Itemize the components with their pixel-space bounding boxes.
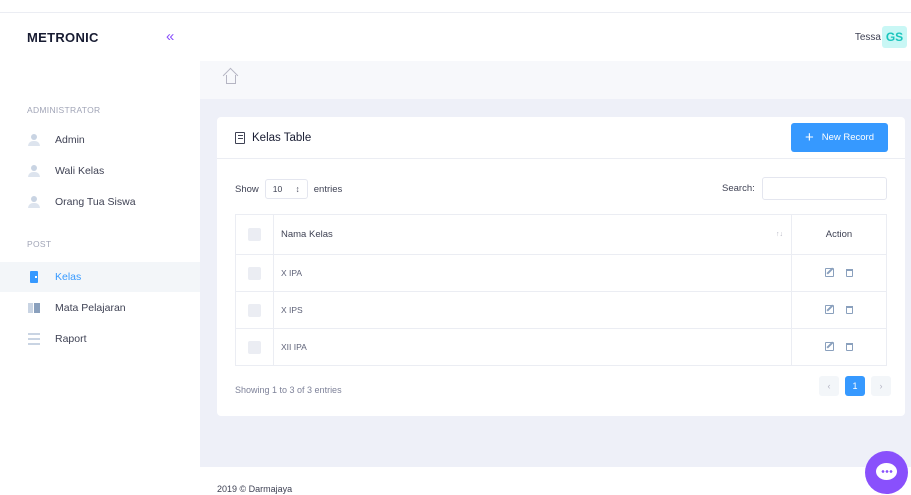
prev-page-button[interactable]: ‹ (819, 376, 839, 396)
row-name: XII IPA (273, 328, 792, 366)
page-length-select[interactable]: 10 ↕ (264, 179, 308, 199)
copyright-text: 2019 © Darmajaya (217, 484, 293, 494)
entries-label: entries (313, 183, 343, 195)
search-input[interactable] (762, 177, 887, 200)
column-header-nama-kelas[interactable]: Nama Kelas ↑↓ (273, 214, 792, 255)
sidebar-item-label: Mata Pelajaran (55, 302, 126, 314)
sidebar-item-kelas[interactable]: Kelas (0, 262, 200, 292)
breadcrumb (200, 61, 911, 99)
sidebar-item-mata-pelajaran[interactable]: Mata Pelajaran (0, 293, 200, 323)
row-actions (791, 254, 887, 292)
sidebar-item-label: Admin (55, 134, 85, 146)
row-name: X IPA (273, 254, 792, 292)
edit-icon[interactable] (825, 268, 834, 278)
select-all-cell (235, 214, 274, 255)
trash-icon[interactable] (846, 268, 853, 277)
avatar[interactable]: GS (882, 26, 907, 48)
column-header-label: Nama Kelas (281, 229, 333, 240)
search-label: Search: (722, 183, 755, 194)
chat-dots (881, 470, 893, 473)
edit-icon[interactable] (825, 342, 834, 352)
pagination: ‹ 1 › (819, 376, 891, 396)
table-info: Showing 1 to 3 of 3 entries (235, 385, 342, 395)
row-checkbox[interactable] (248, 340, 261, 354)
table-header-row: Nama Kelas ↑↓ Action (235, 214, 887, 255)
sort-arrows-icon: ↕ (295, 184, 300, 194)
section-title-administrator: ADMINISTRATOR (27, 105, 101, 115)
row-checkbox[interactable] (248, 303, 261, 317)
home-icon[interactable] (226, 75, 236, 84)
sidebar-item-label: Orang Tua Siswa (55, 196, 136, 208)
sidebar-item-label: Raport (55, 333, 87, 345)
row-checkbox[interactable] (248, 266, 261, 280)
list-icon (28, 333, 40, 345)
edit-icon[interactable] (825, 305, 834, 315)
table-row: XII IPA (235, 328, 887, 366)
sidebar-item-admin[interactable]: Admin (0, 125, 200, 155)
user-name[interactable]: Tessa (855, 32, 881, 43)
kelas-table-card: Kelas Table + New Record Show 10 ↕ entri… (217, 117, 905, 416)
table-row: X IPS (235, 291, 887, 329)
page-length-value: 10 (272, 184, 283, 194)
user-icon (28, 165, 40, 177)
trash-icon[interactable] (846, 342, 853, 351)
chat-button[interactable] (865, 451, 908, 494)
new-record-button[interactable]: + New Record (791, 123, 888, 152)
top-header: Tessa GS (200, 13, 911, 61)
row-name: X IPS (273, 291, 792, 329)
sidebar-item-orang-tua-siswa[interactable]: Orang Tua Siswa (0, 187, 200, 217)
page-length-control: Show 10 ↕ entries (235, 179, 342, 199)
show-label: Show (235, 183, 259, 195)
sidebar-item-raport[interactable]: Raport (0, 324, 200, 354)
collapse-sidebar-icon[interactable]: « (166, 28, 174, 45)
card-title: Kelas Table (252, 132, 312, 144)
new-record-label: New Record (821, 132, 875, 143)
sidebar: METRONIC « ADMINISTRATOR Admin Wali Kela… (0, 13, 200, 495)
document-icon (235, 132, 245, 144)
select-all-checkbox[interactable] (248, 228, 261, 241)
page-1-button[interactable]: 1 (845, 376, 865, 396)
user-icon (28, 196, 40, 208)
row-select-cell (235, 254, 274, 292)
user-icon (28, 134, 40, 146)
row-select-cell (235, 291, 274, 329)
top-border (0, 0, 911, 13)
card-header: Kelas Table + New Record (217, 117, 905, 159)
sidebar-item-label: Kelas (55, 271, 82, 283)
sort-icon: ↑↓ (776, 231, 783, 238)
book-icon (28, 302, 40, 314)
section-title-post: POST (27, 239, 52, 249)
sidebar-item-label: Wali Kelas (55, 165, 105, 177)
column-header-action: Action (791, 214, 887, 255)
row-actions (791, 291, 887, 329)
next-page-button[interactable]: › (871, 376, 891, 396)
trash-icon[interactable] (846, 305, 853, 314)
plus-icon: + (804, 129, 814, 146)
footer: 2019 © Darmajaya (200, 467, 911, 495)
table-row: X IPA (235, 254, 887, 292)
sidebar-item-wali-kelas[interactable]: Wali Kelas (0, 156, 200, 186)
door-icon (28, 271, 40, 283)
row-select-cell (235, 328, 274, 366)
kelas-table: Nama Kelas ↑↓ Action X IPA X IPS XII IPA (235, 214, 887, 366)
brand-logo[interactable]: METRONIC (27, 30, 99, 45)
row-actions (791, 328, 887, 366)
